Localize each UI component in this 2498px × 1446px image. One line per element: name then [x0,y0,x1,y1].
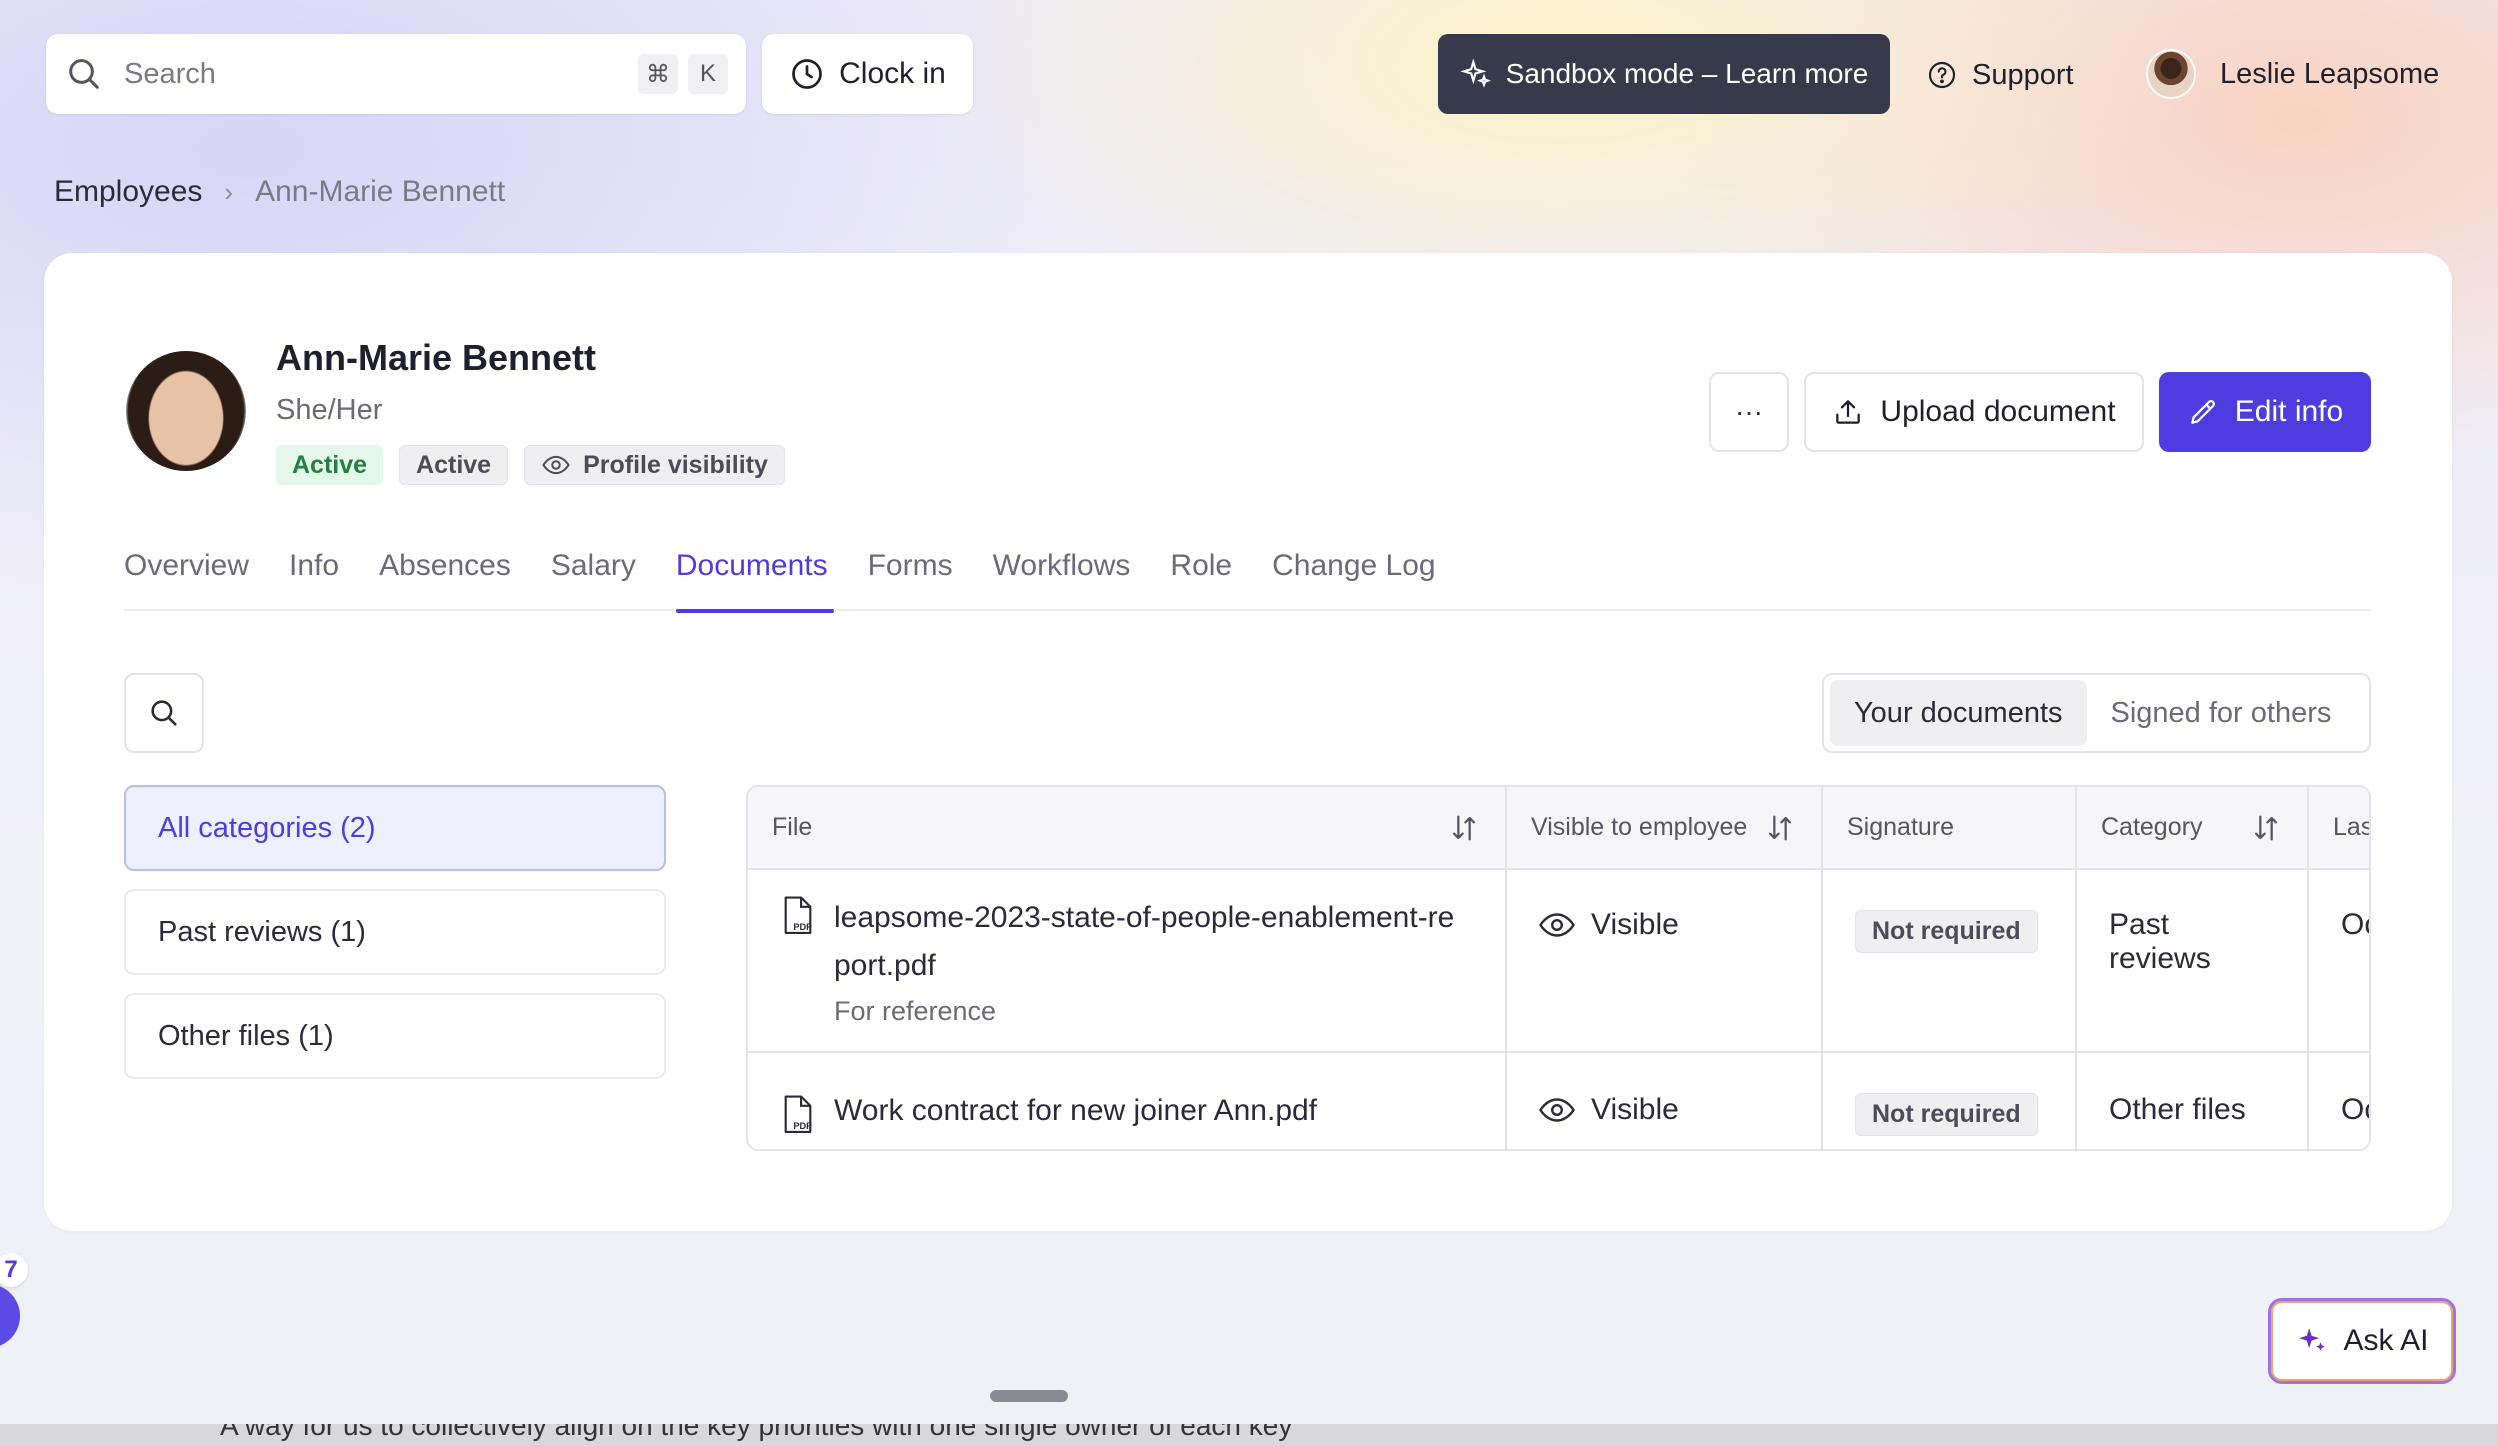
tab-salary[interactable]: Salary [551,541,636,611]
clock-in-label: Clock in [839,57,946,90]
column-last: Las [2308,787,2371,870]
sort-icon[interactable] [1763,811,1797,845]
sparkle-icon [1459,58,1491,88]
pencil-icon [2190,400,2215,424]
column-file-label: File [772,813,813,841]
signature-badge: Not required [1855,1093,2038,1136]
tab-absences[interactable]: Absences [379,541,511,611]
employee-name: Ann-Marie Bennett [276,337,597,378]
tab-overview[interactable]: Overview [124,541,249,611]
file-name-line-2: port.pdf [834,949,936,982]
kbd-k-key: K [688,54,728,94]
table-row[interactable]: PDF leapsome-2023-state-of-people-enable… [748,869,2369,1053]
eye-icon [542,455,570,475]
documents-table: File Visible to employee Signature Categ… [746,785,2371,1151]
eye-icon [1539,1098,1575,1122]
background-text: A way for us to collectively align on th… [220,1424,1293,1441]
breadcrumb-current: Ann-Marie Bennett [255,175,506,208]
table-row[interactable]: PDF Work contract for new joiner Ann.pdf… [748,1052,2369,1149]
edit-info-label: Edit info [2234,395,2344,428]
file-name[interactable]: Work contract for new joiner Ann.pdf [834,1093,1317,1135]
clock-in-button[interactable]: Clock in [762,34,973,114]
employee-pronouns: She/Her [276,394,383,426]
category-cell: Past reviews [2109,908,2211,975]
ask-ai-button[interactable]: Ask AI [2268,1298,2456,1384]
clock-icon [792,59,822,89]
employee-avatar [126,351,246,471]
background-window-strip: A way for us to collectively align on th… [0,1424,2498,1446]
search-icon [151,700,177,726]
profile-visibility-label: Profile visibility [583,450,768,479]
svg-text:PDF: PDF [793,1121,812,1131]
sort-icon[interactable] [1447,811,1481,845]
category-other-files[interactable]: Other files (1) [124,993,666,1079]
column-visible-label: Visible to employee [1531,813,1748,841]
category-list: All categories (2) Past reviews (1) Othe… [124,785,666,1097]
employee-card: Ann-Marie Bennett She/Her Active Active … [44,253,2452,1231]
column-file[interactable]: File [748,787,1507,870]
top-bar: ⌘ K Clock in Sandbox mode – Learn more S… [0,0,2498,150]
more-options-button[interactable]: ··· [1709,372,1789,452]
support-label: Support [1972,58,2074,91]
visibility-label: Visible [1591,908,1679,941]
user-menu[interactable]: Leslie Leapsome [2146,48,2439,100]
signature-badge: Not required [1855,910,2038,953]
status-badges: Active Active Profile visibility [276,445,785,485]
file-name[interactable]: leapsome-2023-state-of-people-enablement… [834,894,1454,990]
user-name: Leslie Leapsome [2220,57,2440,90]
column-visible[interactable]: Visible to employee [1506,787,1823,870]
profile-tabs: Overview Info Absences Salary Documents … [124,541,2371,613]
tab-workflows[interactable]: Workflows [993,541,1131,611]
breadcrumb-employees[interactable]: Employees [54,175,202,209]
category-cell: Other files [2109,1093,2246,1126]
last-cell: Oc [2341,908,2369,941]
column-category-label: Category [2101,813,2203,841]
column-category[interactable]: Category [2076,787,2309,870]
file-name-line-1: leapsome-2023-state-of-people-enablement… [834,901,1455,934]
kbd-cmd-key: ⌘ [638,54,678,94]
file-note: For reference [834,996,997,1026]
toggle-your-documents[interactable]: Your documents [1830,680,2087,746]
svg-text:PDF: PDF [793,922,812,932]
document-search-button[interactable] [124,673,204,753]
pdf-file-icon: PDF [784,1095,812,1133]
documents-toggle: Your documents Signed for others [1822,673,2371,753]
status-badge-active-gray: Active [399,445,509,485]
tab-documents[interactable]: Documents [675,541,834,613]
sparkle-icon [2299,1328,2326,1351]
tab-forms[interactable]: Forms [868,541,953,611]
help-circle-icon [1928,61,1956,89]
status-badge-active: Active [276,445,384,485]
search-input[interactable] [124,57,628,91]
toggle-signed-for-others[interactable]: Signed for others [2087,680,2356,746]
user-avatar [2146,49,2196,99]
profile-visibility-badge[interactable]: Profile visibility [524,445,785,485]
sandbox-mode-button[interactable]: Sandbox mode – Learn more [1438,34,1890,114]
breadcrumb: Employees › Ann-Marie Bennett [54,172,505,212]
tab-change-log[interactable]: Change Log [1272,541,1435,611]
tab-role[interactable]: Role [1170,541,1232,611]
tab-info[interactable]: Info [289,541,339,611]
global-search[interactable]: ⌘ K [46,34,746,114]
column-last-label: Las [2333,813,2371,841]
category-past-reviews[interactable]: Past reviews (1) [124,889,666,975]
edit-info-button[interactable]: Edit info [2159,372,2371,452]
sandbox-label: Sandbox mode – Learn more [1505,58,1869,89]
ask-ai-label: Ask AI [2343,1324,2429,1357]
column-signature: Signature [1822,787,2077,870]
drag-handle[interactable] [990,1390,1068,1402]
category-all[interactable]: All categories (2) [124,785,666,871]
pdf-file-icon: PDF [784,896,812,934]
column-signature-label: Signature [1847,813,1955,841]
upload-icon [1836,400,1861,424]
search-icon [69,59,99,89]
last-cell: Oc [2341,1093,2369,1126]
sort-icon[interactable] [2249,811,2283,845]
upload-document-button[interactable]: Upload document [1804,372,2144,452]
upload-document-label: Upload document [1880,395,2116,428]
support-link[interactable]: Support [1926,50,2074,100]
eye-icon [1539,913,1575,937]
chevron-right-icon: › [224,176,234,207]
visibility-label: Visible [1591,1093,1679,1126]
